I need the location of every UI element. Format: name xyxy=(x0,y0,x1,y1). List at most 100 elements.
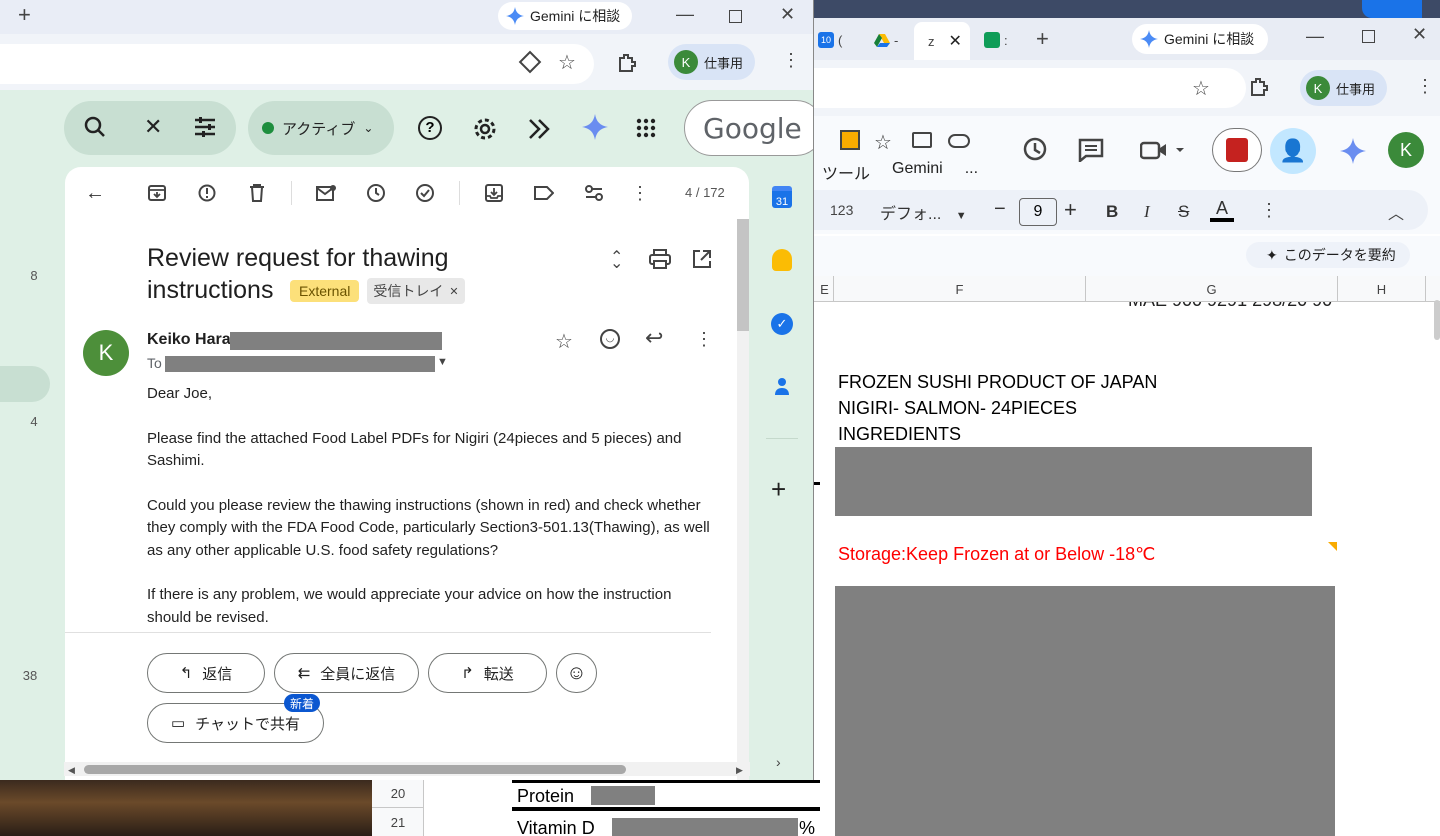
star-icon[interactable]: ☆ xyxy=(874,130,892,155)
column-header-f[interactable]: F xyxy=(834,276,1086,302)
move-folder-icon[interactable] xyxy=(912,132,932,148)
summarize-button[interactable]: ✦ このデータを要約 xyxy=(1246,242,1410,268)
reply-button[interactable]: ↰ 返信 xyxy=(147,653,265,693)
emoji-reaction-button[interactable]: ☺ xyxy=(556,653,597,693)
column-header-h[interactable]: H xyxy=(1338,276,1426,302)
text-color-button[interactable]: A xyxy=(1210,198,1234,222)
horizontal-scrollbar-thumb[interactable] xyxy=(84,765,626,774)
mark-unread-icon[interactable] xyxy=(308,175,344,211)
tab-meet[interactable]: : xyxy=(984,26,1008,54)
increase-font-button[interactable]: + xyxy=(1064,197,1077,223)
more-options-icon[interactable]: ⋮ xyxy=(1260,200,1278,221)
more-actions-icon[interactable]: ⋮ xyxy=(695,329,713,350)
add-addon-icon[interactable]: + xyxy=(771,474,786,505)
tasks-icon[interactable]: ✓ xyxy=(771,313,793,335)
extensions-icon[interactable] xyxy=(1248,76,1270,98)
tab-drive[interactable]: - xyxy=(874,26,898,54)
chrome-menu-icon[interactable]: ⋮ xyxy=(1416,76,1434,97)
archive-icon[interactable] xyxy=(139,175,175,211)
open-new-window-icon[interactable] xyxy=(692,249,712,269)
settings-gear-icon[interactable] xyxy=(472,116,498,142)
calendar-icon[interactable]: 31 xyxy=(772,186,792,208)
print-icon[interactable] xyxy=(649,249,671,269)
gemini-icon[interactable] xyxy=(582,114,608,140)
delete-icon[interactable] xyxy=(239,175,275,211)
forward-button[interactable]: ↱ 転送 xyxy=(428,653,547,693)
reply-icon[interactable]: ↩ xyxy=(645,325,663,351)
font-size-input[interactable]: 9 xyxy=(1019,198,1057,226)
chrome-menu-icon[interactable]: ⋮ xyxy=(782,50,800,71)
sheet-grid[interactable]: MAE 900 9291 298/20 90 FROZEN SUSHI PROD… xyxy=(814,302,1440,836)
search-icon[interactable] xyxy=(84,116,106,138)
close-icon[interactable]: ✕ xyxy=(949,31,962,51)
help-icon[interactable]: ? xyxy=(418,116,442,140)
decrease-font-button[interactable]: − xyxy=(994,198,1006,221)
status-selector[interactable]: アクティブ ⌄ xyxy=(248,101,394,155)
comment-marker[interactable] xyxy=(1328,542,1337,551)
expand-side-panel-icon[interactable]: › xyxy=(776,754,781,770)
gemini-label[interactable]: Gemini xyxy=(892,160,943,184)
column-header-g[interactable]: G xyxy=(1086,276,1338,302)
add-task-icon[interactable] xyxy=(408,175,444,211)
gemini-button[interactable]: Gemini に相談 xyxy=(1132,24,1269,54)
window-close-button[interactable]: ✕ xyxy=(780,4,795,25)
star-icon[interactable]: ☆ xyxy=(555,329,573,354)
snooze-icon[interactable] xyxy=(358,175,394,211)
window-close-button[interactable]: ✕ xyxy=(1412,24,1427,45)
row-number[interactable]: 20 xyxy=(372,780,424,808)
tab-active[interactable]: z ✕ xyxy=(914,22,970,60)
comments-icon[interactable] xyxy=(1078,138,1104,162)
gemini-button[interactable]: Gemini に相談 xyxy=(498,2,633,30)
more-options-icon[interactable]: ⋮ xyxy=(622,175,658,211)
minimize-button[interactable]: — xyxy=(1306,26,1324,47)
gemini-icon[interactable] xyxy=(1340,138,1366,164)
share-button[interactable]: 👤 xyxy=(1270,128,1316,174)
clear-search-icon[interactable]: ✕ xyxy=(144,114,162,140)
maximize-button[interactable] xyxy=(729,10,742,23)
profile-button[interactable]: K 仕事用 xyxy=(668,44,756,80)
italic-button[interactable]: I xyxy=(1144,202,1150,222)
expand-collapse-icon[interactable]: ⌃ ⌄ xyxy=(610,247,623,287)
search-options-icon[interactable] xyxy=(193,116,217,138)
reply-all-button[interactable]: ⇇ 全員に返信 xyxy=(274,653,419,693)
filter-icon[interactable] xyxy=(576,175,612,211)
new-tab-button[interactable]: + xyxy=(18,2,31,28)
new-tab-button[interactable]: + xyxy=(1036,26,1049,52)
scroll-right-arrow[interactable]: ▶ xyxy=(736,765,743,776)
extensions-icon[interactable] xyxy=(616,52,638,74)
video-call-icon[interactable] xyxy=(1140,140,1184,160)
recipient-details-chevron-icon[interactable]: ▼ xyxy=(437,356,448,368)
google-account-button[interactable]: Google xyxy=(684,100,813,156)
email-scrollbar-thumb[interactable] xyxy=(737,219,749,331)
vertical-scrollbar[interactable] xyxy=(1434,300,1440,340)
move-to-icon[interactable] xyxy=(476,175,512,211)
tools-label[interactable]: ツール xyxy=(822,160,870,184)
collapse-toolbar-icon[interactable]: ︿ xyxy=(1388,200,1404,224)
emoji-react-icon[interactable]: ◡ xyxy=(600,329,620,349)
profile-button[interactable]: K 仕事用 xyxy=(1300,70,1388,106)
pdf-button[interactable] xyxy=(1212,128,1262,172)
font-select[interactable]: デフォ... ▼ xyxy=(880,200,967,224)
history-icon[interactable] xyxy=(1022,136,1048,162)
row-number[interactable]: 21 xyxy=(372,808,424,836)
tools-icon[interactable] xyxy=(840,130,860,150)
column-header-e[interactable]: E xyxy=(816,276,834,302)
sender-name[interactable]: Keiko Hara xyxy=(147,331,231,349)
bookmark-star-icon[interactable]: ☆ xyxy=(1192,76,1210,101)
omnibox[interactable] xyxy=(0,44,594,84)
inbox-label[interactable]: 受信トレイ ✕ xyxy=(367,278,465,304)
contacts-icon[interactable] xyxy=(774,376,790,396)
nav-item-selected[interactable] xyxy=(0,366,50,402)
strikethrough-button[interactable]: S xyxy=(1178,202,1189,222)
gemini-spark-icon[interactable] xyxy=(526,116,552,142)
report-spam-icon[interactable] xyxy=(189,175,225,211)
omnibox[interactable] xyxy=(814,68,1246,108)
number-format-button[interactable]: 123 xyxy=(830,202,853,218)
keep-icon[interactable] xyxy=(772,249,792,271)
maximize-button[interactable] xyxy=(1362,30,1375,43)
scroll-left-arrow[interactable]: ◀ xyxy=(68,765,75,776)
label-icon[interactable] xyxy=(526,175,562,211)
more-label[interactable]: ... xyxy=(965,160,978,184)
back-arrow-icon[interactable]: ← xyxy=(77,175,113,211)
remove-label-icon[interactable]: ✕ xyxy=(449,285,458,298)
